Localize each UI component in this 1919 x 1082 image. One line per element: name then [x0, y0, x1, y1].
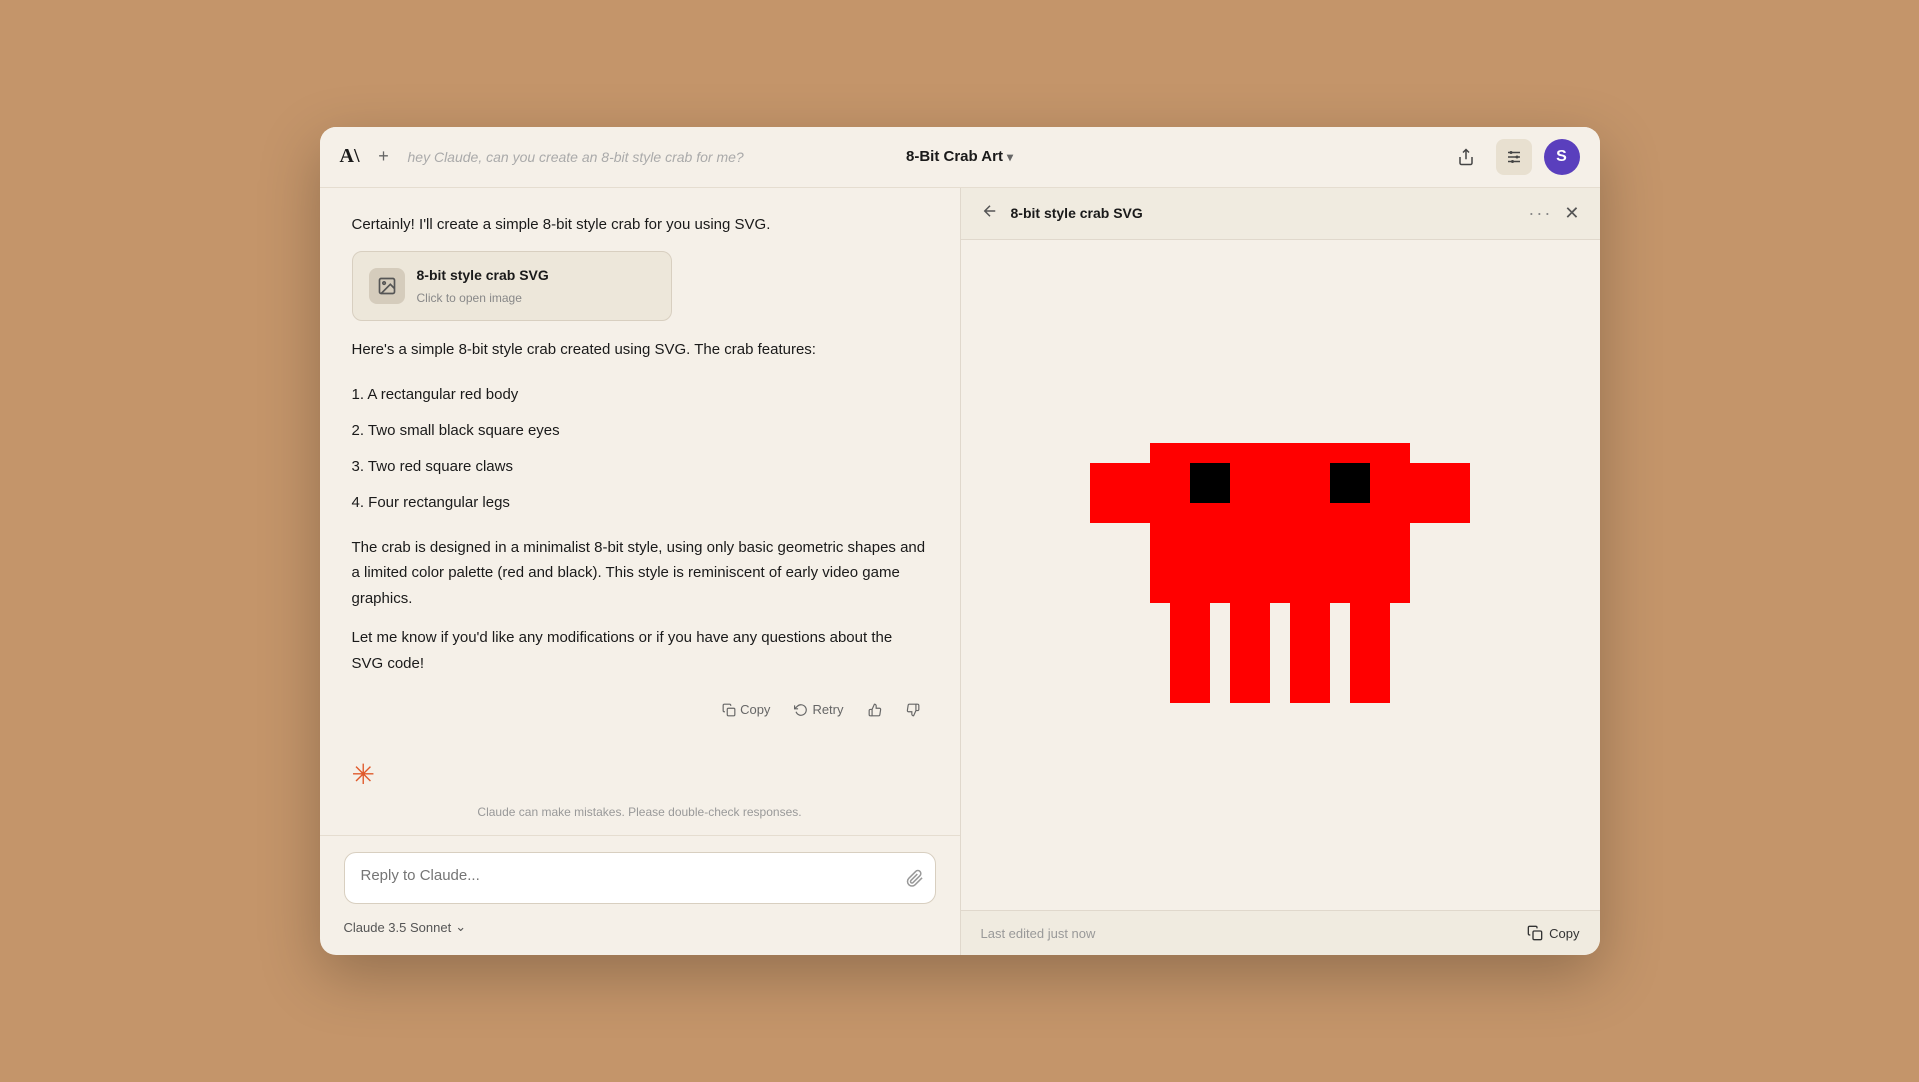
model-selector[interactable]: Claude 3.5 Sonnet ⌄ — [344, 919, 467, 935]
copy-button[interactable]: Copy — [714, 698, 778, 721]
settings-button[interactable] — [1496, 139, 1532, 175]
artifact-subtitle: Click to open image — [417, 288, 549, 308]
panel-copy-button[interactable]: Copy — [1527, 925, 1579, 941]
logo: A\ — [340, 145, 360, 168]
message-body-intro: Here's a simple 8-bit style crab created… — [352, 337, 928, 363]
message-body-para: The crab is designed in a minimalist 8-b… — [352, 535, 928, 612]
disclaimer: Claude can make mistakes. Please double-… — [320, 797, 960, 835]
thumbs-down-icon — [906, 703, 920, 717]
input-wrapper — [344, 852, 936, 909]
list-item: 4. Four rectangular legs — [352, 485, 928, 521]
share-button[interactable] — [1448, 139, 1484, 175]
top-right-actions: S — [1448, 139, 1580, 175]
chat-messages: Certainly! I'll create a simple 8-bit st… — [320, 188, 960, 762]
list-item: 1. A rectangular red body — [352, 377, 928, 413]
paperclip-icon — [906, 869, 924, 887]
right-footer: Last edited just now Copy — [961, 910, 1600, 955]
assistant-message: Certainly! I'll create a simple 8-bit st… — [352, 212, 928, 677]
main-window: A\ + hey Claude, can you create an 8-bit… — [320, 127, 1600, 956]
message-closing: Let me know if you'd like any modificati… — [352, 625, 928, 676]
back-icon — [981, 202, 999, 220]
left-panel: Certainly! I'll create a simple 8-bit st… — [320, 188, 960, 956]
right-panel: 8-bit style crab SVG ··· ✕ — [960, 188, 1600, 956]
content-area: Certainly! I'll create a simple 8-bit st… — [320, 188, 1600, 956]
right-content — [961, 240, 1600, 911]
crab-display — [1050, 343, 1510, 808]
message-intro: Certainly! I'll create a simple 8-bit st… — [352, 212, 928, 238]
artifact-title: 8-bit style crab SVG — [417, 264, 549, 288]
artifact-card[interactable]: 8-bit style crab SVG Click to open image — [352, 251, 672, 321]
input-area: Claude 3.5 Sonnet ⌄ — [320, 835, 960, 955]
right-header: 8-bit style crab SVG ··· ✕ — [961, 188, 1600, 240]
copy-icon — [722, 703, 736, 717]
title-chevron-icon: ▾ — [1007, 150, 1013, 164]
panel-title: 8-bit style crab SVG — [1011, 205, 1517, 221]
input-ghost-text: hey Claude, can you create an 8-bit styl… — [408, 149, 828, 165]
retry-icon — [794, 703, 808, 717]
back-button[interactable] — [981, 202, 999, 225]
list-item: 2. Two small black square eyes — [352, 413, 928, 449]
crab-svg — [1090, 383, 1470, 763]
message-actions: Copy Retry — [352, 690, 928, 737]
thumbs-up-button[interactable] — [860, 699, 890, 721]
attach-button[interactable] — [906, 869, 924, 892]
thumbs-down-button[interactable] — [898, 699, 928, 721]
artifact-info: 8-bit style crab SVG Click to open image — [417, 264, 549, 308]
features-list: 1. A rectangular red body 2. Two small b… — [352, 377, 928, 521]
claude-asterisk-icon: ✳ — [352, 761, 375, 789]
reply-input[interactable] — [344, 852, 936, 904]
list-item: 3. Two red square claws — [352, 449, 928, 485]
artifact-icon — [369, 268, 405, 304]
last-edited-text: Last edited just now — [981, 926, 1096, 941]
retry-button[interactable]: Retry — [786, 698, 851, 721]
panel-close-button[interactable]: ✕ — [1564, 203, 1579, 224]
panel-more-button[interactable]: ··· — [1528, 203, 1552, 224]
user-avatar[interactable]: S — [1544, 139, 1580, 175]
copy-icon — [1527, 925, 1543, 941]
claude-icon-row: ✳ — [320, 761, 960, 797]
conversation-title[interactable]: 8-Bit Crab Art ▾ — [906, 148, 1013, 165]
thumbs-up-icon — [868, 703, 882, 717]
new-chat-button[interactable]: + — [372, 145, 396, 169]
top-bar: A\ + hey Claude, can you create an 8-bit… — [320, 127, 1600, 188]
logo-area: A\ — [340, 145, 360, 168]
